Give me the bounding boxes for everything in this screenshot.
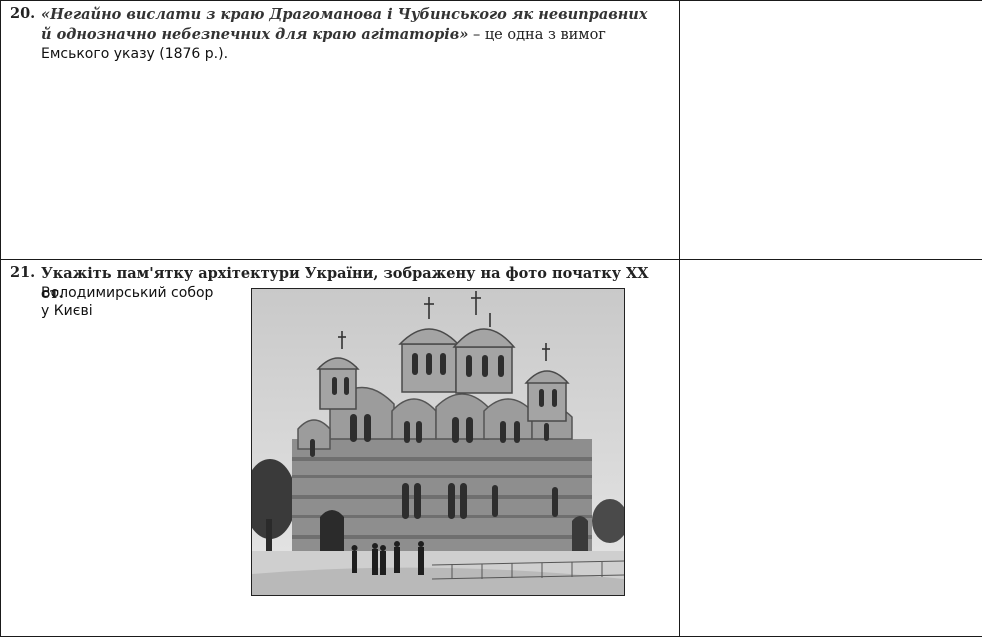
worksheet-table: 20. «Негайно вислати з краю Драгоманова … [0, 0, 982, 637]
question-number: 21. [10, 264, 36, 282]
question-text: «Негайно вислати з краю Драгоманова і Чу… [41, 5, 657, 45]
answer-cell-20 [679, 0, 982, 261]
handwritten-answer: Володимирський собор у Києві [41, 284, 231, 320]
question-tail: – це одна з вимог [473, 27, 606, 43]
question-number: 20. [10, 5, 36, 22]
answer-line: у Києві [41, 303, 93, 320]
answer-line: Володимирський собор [41, 285, 214, 302]
question-row-21: 21. Укажіть пам'ятку архітектури України… [0, 259, 982, 637]
question-cell-20: 20. «Негайно вислати з краю Драгоманова … [0, 0, 680, 261]
answer-cell-21 [679, 259, 982, 637]
question-row-20: 20. «Негайно вислати з краю Драгоманова … [0, 0, 982, 261]
question-cell-21: 21. Укажіть пам'ятку архітектури України… [0, 259, 680, 637]
handwritten-answer: Емського указу (1876 р.). [41, 46, 229, 62]
cathedral-photo [251, 288, 625, 597]
